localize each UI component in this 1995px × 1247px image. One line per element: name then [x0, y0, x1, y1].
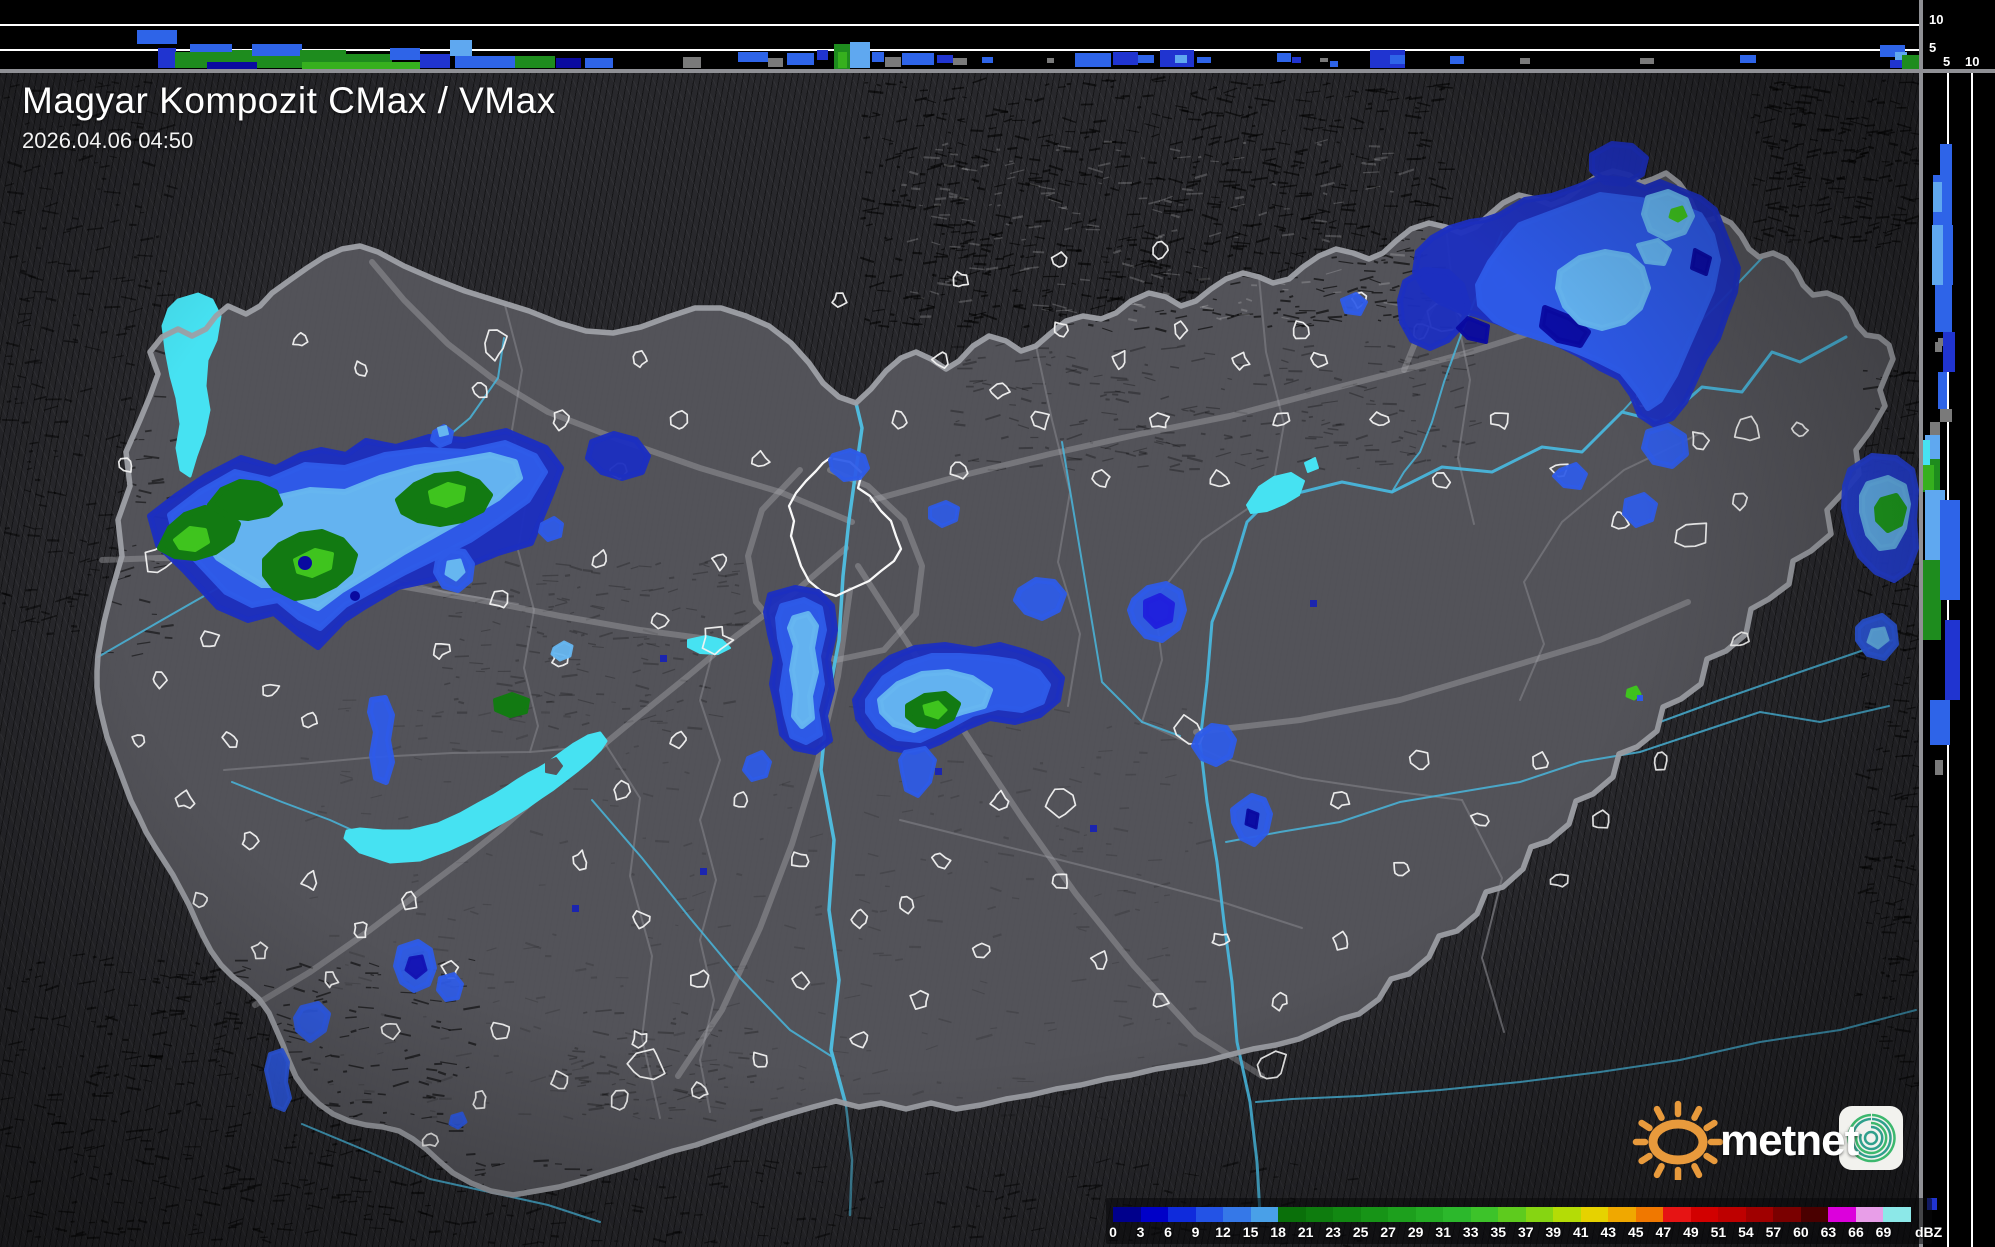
dbz-tick-0: 0	[1109, 1224, 1117, 1240]
dbz-tick-43: 43	[1600, 1224, 1617, 1240]
profile-separator-horizontal	[0, 69, 1995, 73]
dbz-cell-69	[1883, 1207, 1911, 1222]
dbz-cell-18	[1278, 1207, 1306, 1222]
top-axis-tick-10: 10	[1929, 12, 1944, 27]
dbz-tick-37: 37	[1517, 1224, 1534, 1240]
dbz-tick-9: 9	[1191, 1224, 1200, 1240]
dbz-tick-12: 12	[1215, 1224, 1231, 1240]
dbz-tick-60: 60	[1793, 1224, 1809, 1240]
dbz-cell-45	[1635, 1207, 1664, 1222]
dbz-legend: 0 3 6 9 12 15 18 21 23 25 27 29 31 33 35 37 39 41 43 45 47 49…	[1106, 1198, 1942, 1244]
dbz-tick-51: 51	[1710, 1224, 1727, 1240]
top-profile-echoes	[137, 30, 1919, 69]
dbz-cell-27	[1388, 1207, 1416, 1222]
dbz-cell-9	[1195, 1207, 1224, 1222]
dbz-tick-63: 63	[1820, 1224, 1837, 1240]
dbz-tick-45: 45	[1628, 1224, 1644, 1240]
dbz-tick-18: 18	[1270, 1224, 1286, 1240]
dbz-tick-3: 3	[1136, 1224, 1145, 1240]
vmax-top-profile-strip	[0, 0, 1919, 69]
dbz-tick-27: 27	[1380, 1224, 1396, 1240]
dbz-tick-21: 21	[1297, 1224, 1314, 1240]
dbz-cell-12	[1223, 1207, 1251, 1222]
header: Magyar Kompozit CMax / VMax 2026.04.06 0…	[22, 80, 556, 154]
dbz-cell-41	[1580, 1207, 1609, 1222]
dbz-unit-label: dBZ	[1915, 1224, 1943, 1240]
dbz-cell-0	[1113, 1207, 1141, 1222]
right-profile-echoes	[1923, 144, 1960, 1210]
dbz-cell-57	[1773, 1207, 1801, 1222]
dbz-cell-23	[1333, 1207, 1361, 1222]
dbz-tick-41: 41	[1572, 1224, 1589, 1240]
profile-axis-corner: 10 5 5 10	[1923, 0, 1995, 69]
dbz-cell-43	[1608, 1207, 1636, 1222]
dbz-cell-51	[1718, 1207, 1746, 1222]
dbz-tick-6: 6	[1164, 1224, 1172, 1240]
dbz-cell-35	[1498, 1207, 1526, 1222]
dbz-cell-39	[1553, 1207, 1581, 1222]
dbz-cell-21	[1305, 1207, 1334, 1222]
dbz-tick-35: 35	[1490, 1224, 1507, 1240]
dbz-cell-63	[1828, 1207, 1856, 1222]
dbz-tick-47: 47	[1655, 1224, 1672, 1240]
metnet-logo-text: metnet	[1720, 1116, 1859, 1165]
hungary-radar-map	[0, 75, 1930, 1247]
dbz-tick-29: 29	[1407, 1224, 1424, 1240]
dbz-tick-31: 31	[1435, 1224, 1451, 1240]
dbz-tick-57: 57	[1765, 1224, 1782, 1240]
dbz-tick-49: 49	[1683, 1224, 1699, 1240]
dbz-cell-29	[1415, 1207, 1444, 1222]
dbz-tick-23: 23	[1325, 1224, 1341, 1240]
dbz-tick-66: 66	[1848, 1224, 1864, 1240]
dbz-tick-33: 33	[1462, 1224, 1479, 1240]
dbz-tick-25: 25	[1352, 1224, 1369, 1240]
dbz-cell-47	[1663, 1207, 1691, 1222]
right-axis-tick-10: 10	[1965, 54, 1980, 69]
dbz-tick-39: 39	[1545, 1224, 1562, 1240]
radar-screen: Magyar Kompozit CMax / VMax 2026.04.06 0…	[0, 0, 1995, 1247]
dbz-cell-31	[1443, 1207, 1471, 1222]
dbz-cell-37	[1525, 1207, 1554, 1222]
dbz-cell-66	[1855, 1207, 1884, 1222]
dbz-tick-69: 69	[1875, 1224, 1892, 1240]
dbz-color-bar	[1113, 1207, 1911, 1222]
dbz-cell-15	[1250, 1207, 1279, 1222]
dbz-cell-6	[1168, 1207, 1196, 1222]
dbz-cell-33	[1470, 1207, 1499, 1222]
dbz-cell-49	[1690, 1207, 1719, 1222]
dbz-tick-54: 54	[1738, 1224, 1754, 1240]
right-axis-tick-5: 5	[1943, 54, 1951, 69]
metnet-branding: metnet	[1632, 1098, 1912, 1180]
profile-separator-vertical	[1919, 0, 1923, 1247]
dbz-tick-15: 15	[1242, 1224, 1259, 1240]
top-axis-tick-5: 5	[1929, 40, 1937, 55]
map-area	[0, 73, 1930, 1247]
timestamp: 2026.04.06 04:50	[22, 128, 194, 153]
vmax-right-profile-strip	[1923, 73, 1995, 1247]
dbz-cell-60	[1800, 1207, 1829, 1222]
page-title: Magyar Kompozit CMax / VMax	[22, 80, 556, 121]
dbz-cell-3	[1140, 1207, 1169, 1222]
dbz-cell-54	[1745, 1207, 1774, 1222]
dbz-cell-25	[1360, 1207, 1389, 1222]
